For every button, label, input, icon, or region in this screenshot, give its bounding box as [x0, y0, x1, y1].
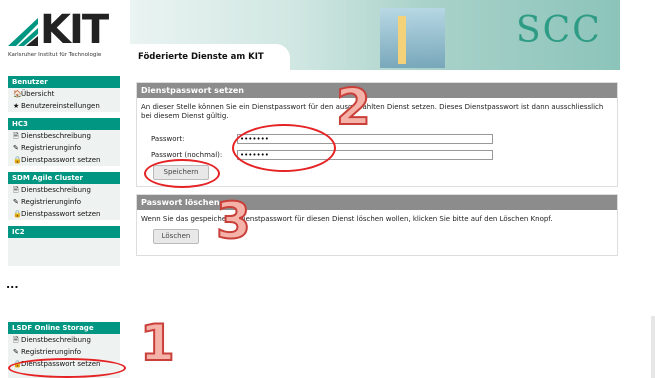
sidebar-item-lsdf-dienstbeschreibung[interactable]: 🗎 Dienstbeschreibung: [8, 334, 120, 346]
delete-password-description: Wenn Sie das gespeicherte Dienstpasswort…: [141, 215, 553, 223]
sidebar-item-benutzereinstellungen[interactable]: ★ Benutzereinstellungen: [8, 100, 120, 112]
building-image: [380, 8, 445, 68]
logo-text: KIT: [40, 7, 109, 53]
delete-password-panel: Passwort löschen Wenn Sie das gespeicher…: [136, 194, 618, 256]
password-label: Passwort:: [151, 135, 185, 143]
sidebar-item-lsdf-registrierunginfo[interactable]: ✎ Registrierunginfo: [8, 346, 120, 358]
sidebar-item-sdm-dienstbeschreibung[interactable]: 🗎 Dienstbeschreibung: [8, 184, 120, 196]
delete-password-heading: Passwort löschen: [137, 195, 617, 210]
sidebar-item-sdm-registrierunginfo[interactable]: ✎ Registrierunginfo: [8, 196, 120, 208]
pen-icon: ✎: [13, 144, 19, 152]
annotation-oval-password: [232, 124, 336, 172]
kit-wing-icon: [8, 18, 38, 46]
sidebar-section-hc3: HC3: [8, 118, 120, 130]
annotation-step-1: 1: [139, 314, 176, 372]
sidebar-item-hc3-dienstbeschreibung[interactable]: 🗎 Dienstbeschreibung: [8, 130, 120, 142]
set-password-heading: Dienstpasswort setzen: [137, 83, 617, 98]
screenshot-lower: LSDF Online Storage 🗎 Dienstbeschreibung …: [0, 308, 655, 378]
sidebar-item-hc3-registrierunginfo[interactable]: ✎ Registrierunginfo: [8, 142, 120, 154]
delete-button[interactable]: Löschen: [153, 229, 199, 244]
doc-icon: 🗎: [13, 336, 19, 344]
sidebar-section-ic2: IC2: [8, 226, 120, 238]
lock-icon: 🔒: [13, 156, 22, 164]
annotation-step-3: 3: [215, 192, 252, 250]
annotation-step-2: 2: [335, 78, 372, 136]
page-edge: [651, 316, 655, 378]
scc-brand: SCC: [516, 10, 602, 51]
password-confirm-label: Passwort (nochmal):: [151, 151, 223, 159]
doc-icon: 🗎: [13, 132, 19, 140]
sidebar-item-sdm-dienstpasswort[interactable]: 🔒Dienstpasswort setzen: [8, 208, 120, 220]
lock-icon: 🔒: [13, 210, 22, 218]
sidebar-item-uebersicht[interactable]: 🏠Übersicht: [8, 88, 120, 100]
sidebar-section-benutzer: Benutzer: [8, 76, 120, 88]
sidebar-item-hc3-dienstpasswort[interactable]: 🔒Dienstpasswort setzen: [8, 154, 120, 166]
screenshot-upper: KIT Karlsruher Institut für Technologie …: [0, 0, 620, 270]
logo-subtitle: Karlsruher Institut für Technologie: [8, 52, 102, 58]
home-icon: 🏠: [13, 90, 22, 98]
annotation-oval-menu: [8, 358, 126, 378]
banner-title: Föderierte Dienste am KIT: [138, 52, 264, 62]
building-accent: [398, 16, 406, 64]
set-password-description: An dieser Stelle können Sie ein Dienstpa…: [141, 103, 604, 120]
pen-icon: ✎: [13, 198, 19, 206]
header-banner: Föderierte Dienste am KIT SCC: [130, 0, 620, 70]
sidebar-section-lsdf: LSDF Online Storage: [8, 322, 120, 334]
page-header: KIT Karlsruher Institut für Technologie …: [0, 0, 620, 70]
doc-icon: 🗎: [13, 186, 19, 194]
star-icon: ★: [13, 102, 20, 110]
pen-icon: ✎: [13, 348, 19, 356]
kit-logo[interactable]: KIT Karlsruher Institut für Technologie: [6, 8, 126, 68]
annotation-oval-save: [144, 159, 220, 188]
sidebar-section-sdm: SDM Agile Cluster: [8, 172, 120, 184]
separator-ellipsis: ...: [6, 278, 19, 291]
sidebar: Benutzer 🏠Übersicht ★ Benutzereinstellung…: [8, 76, 120, 266]
